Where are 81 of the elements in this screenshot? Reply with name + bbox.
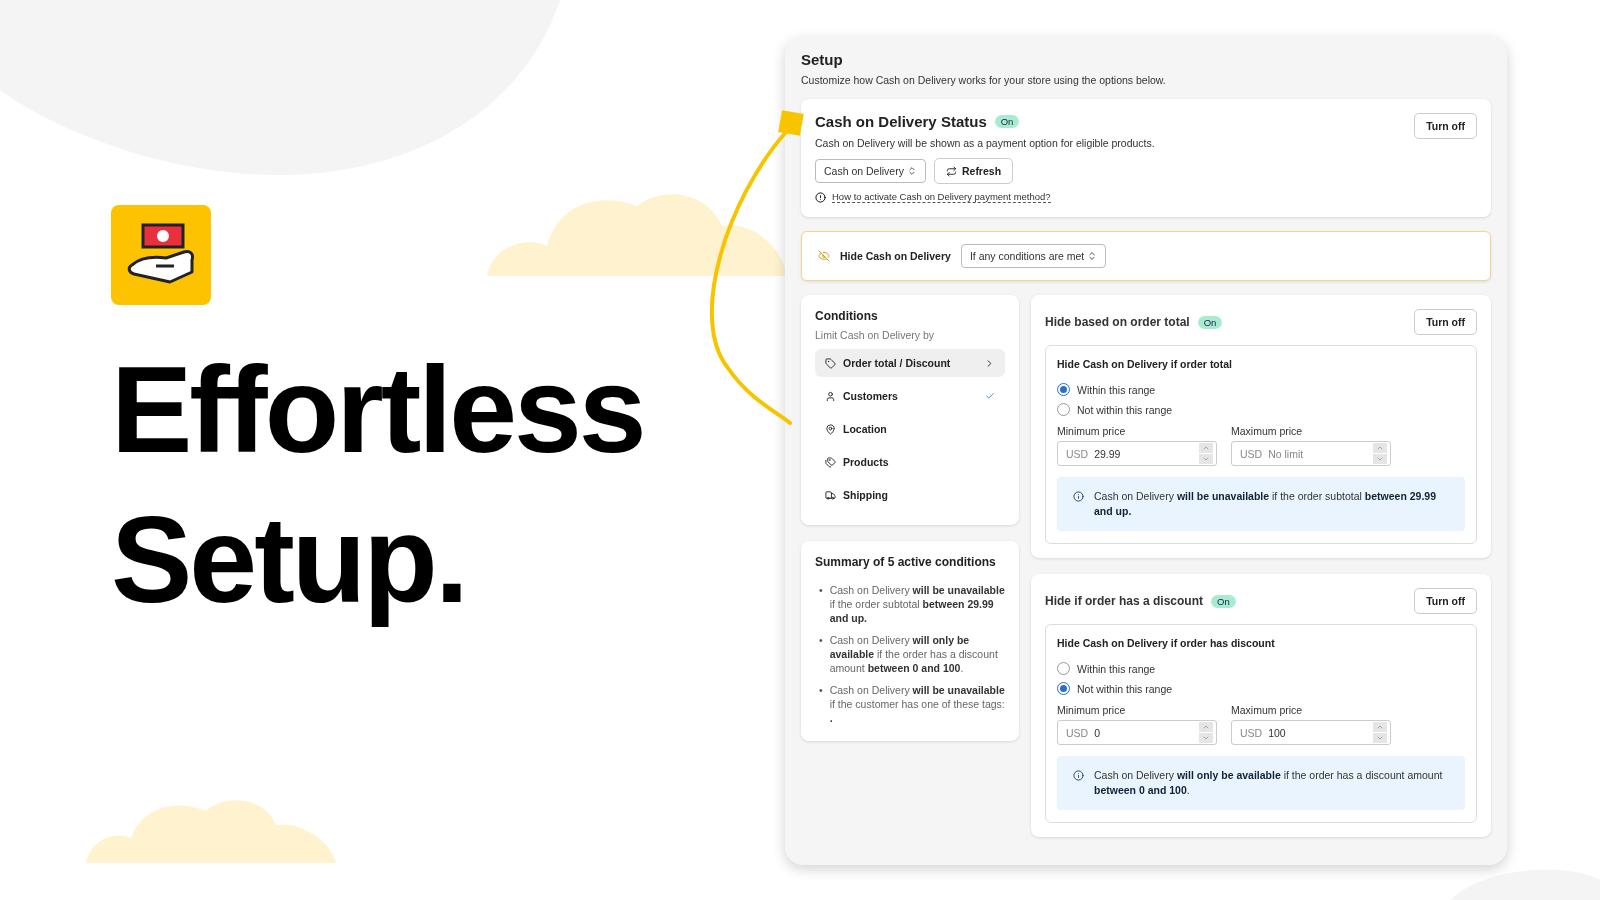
- turn-off-button[interactable]: Turn off: [1414, 588, 1477, 614]
- condition-nav-item[interactable]: Products: [815, 448, 1005, 476]
- summary-item: Cash on Delivery will be unavailable if the order subtotal between 29.99 and up.: [829, 583, 1005, 625]
- decrement-button[interactable]: [1199, 454, 1213, 464]
- card-title: Summary of 5 active conditions: [815, 555, 997, 569]
- decrement-button[interactable]: [1373, 733, 1387, 743]
- hide-label: Hide Cash on Delivery: [840, 250, 951, 262]
- headline: Effortless Setup.: [111, 341, 645, 630]
- status-badge: On: [1197, 315, 1223, 329]
- field-label: Maximum price: [1231, 425, 1304, 437]
- chevron-up-icon: [1202, 444, 1210, 452]
- currency-prefix: USD: [1066, 447, 1089, 460]
- price-field[interactable]: USD No limit: [1231, 441, 1391, 466]
- bullet: •: [819, 583, 823, 597]
- nav-icon: [825, 489, 836, 501]
- price-field[interactable]: USD 29.99: [1057, 441, 1217, 466]
- bullet: •: [819, 633, 823, 647]
- condition-nav-item[interactable]: Location: [815, 415, 1005, 443]
- page-subtitle: Customize how Cash on Delivery works for your store using the options below.: [801, 74, 1167, 86]
- nav-icon: [825, 357, 836, 369]
- info-icon: [1073, 770, 1084, 781]
- field-label: Minimum price: [1057, 704, 1127, 716]
- rule-title: Hide if order has a discount: [1045, 594, 1204, 608]
- info-text: Cash on Delivery will only be available if the order has a discount amount between 0 and 100.: [1094, 768, 1444, 798]
- price-field[interactable]: USD 100: [1231, 720, 1391, 745]
- card-title: Conditions: [815, 309, 879, 323]
- alert-icon: [815, 191, 826, 203]
- condition-select[interactable]: If any conditions are met: [960, 244, 1107, 268]
- info-icon: [1073, 491, 1084, 502]
- section-title: Hide Cash on Delivery if order has discount: [1057, 637, 1276, 649]
- card-description: Cash on Delivery will be shown as a payment option for eligible products.: [815, 137, 1155, 149]
- condition-nav-item[interactable]: Order total / Discount: [815, 349, 1005, 377]
- nav-icon: [825, 456, 836, 468]
- bullet: •: [819, 683, 823, 697]
- card-subtitle: Limit Cash on Delivery by: [815, 329, 936, 341]
- turn-off-button[interactable]: Turn off: [1414, 309, 1477, 335]
- chevron-up-down-icon: [906, 166, 917, 176]
- increment-button[interactable]: [1373, 722, 1387, 732]
- chevron-up-down-icon: [1087, 251, 1098, 261]
- chevron-down-icon: [1376, 734, 1384, 742]
- summary-item: Cash on Delivery will be unavailable if the customer has one of these tags: .: [829, 683, 1005, 725]
- card-title: Cash on Delivery Status: [815, 113, 987, 130]
- help-link[interactable]: How to activate Cash on Delivery payment method?: [832, 191, 1051, 203]
- radio-label: Within this range: [1077, 383, 1156, 396]
- radio-label: Not within this range: [1077, 682, 1173, 695]
- field-label: Maximum price: [1231, 704, 1304, 716]
- currency-prefix: USD: [1240, 726, 1263, 739]
- condition-nav-item[interactable]: Shipping: [815, 481, 1005, 509]
- refresh-button[interactable]: Refresh: [933, 158, 1014, 184]
- check-icon: [985, 391, 995, 401]
- page-title: Setup: [801, 51, 844, 68]
- rule-title: Hide based on order total: [1045, 315, 1190, 329]
- currency-prefix: USD: [1066, 726, 1089, 739]
- status-badge: On: [1211, 594, 1236, 608]
- info-text: Cash on Delivery will be unavailable if the order subtotal between 29.99 and up.: [1094, 489, 1437, 519]
- radio-label: Within this range: [1077, 662, 1156, 675]
- payment-method-select[interactable]: Cash on Delivery: [815, 159, 926, 183]
- currency-prefix: USD: [1240, 447, 1263, 460]
- condition-nav-item[interactable]: Customers: [815, 382, 1005, 410]
- nav-icon: [825, 390, 836, 402]
- decrement-button[interactable]: [1199, 733, 1213, 743]
- chevron-up-icon: [1202, 723, 1210, 731]
- chevron-down-icon: [1202, 455, 1210, 463]
- chevron-up-icon: [1376, 444, 1384, 452]
- decrement-button[interactable]: [1373, 454, 1387, 464]
- repeat-icon: [945, 165, 957, 177]
- turn-off-button[interactable]: Turn off: [1414, 113, 1477, 139]
- increment-button[interactable]: [1199, 443, 1213, 453]
- chevron-down-icon: [1376, 455, 1384, 463]
- nav-icon: [825, 423, 836, 435]
- chevron-up-icon: [1376, 723, 1384, 731]
- radio-label: Not within this range: [1077, 403, 1173, 416]
- eye-off-icon: [818, 250, 830, 262]
- summary-item: Cash on Delivery will only be available if the order has a discount amount between 0 and 100.: [829, 633, 999, 675]
- increment-button[interactable]: [1373, 443, 1387, 453]
- status-badge: On: [994, 115, 1020, 128]
- section-title: Hide Cash on Delivery if order total: [1057, 358, 1234, 370]
- price-field[interactable]: USD 0: [1057, 720, 1217, 745]
- increment-button[interactable]: [1199, 722, 1213, 732]
- chevron-down-icon: [1202, 734, 1210, 742]
- field-label: Minimum price: [1057, 425, 1127, 437]
